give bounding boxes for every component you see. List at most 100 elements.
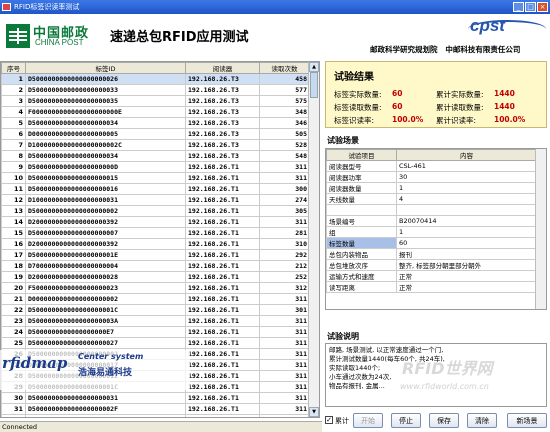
row-count: 311 [259, 315, 310, 327]
row-reader: 192.168.26.T1 [185, 337, 260, 349]
row-count: 311 [259, 359, 310, 371]
table-row[interactable]: 23 D500000000000000000003A 192.168.26.T1 31… [1, 315, 310, 327]
row-reader: 192.168.26.T3 [185, 139, 260, 151]
col-header-no[interactable]: 序号 [1, 62, 26, 74]
org-names: 邮政科学研究规划院 中邮科技有限责任公司 [370, 44, 520, 55]
scene-col-item[interactable]: 试验项目 [326, 149, 397, 161]
watermark-company: 浩海易通科技 [78, 368, 133, 378]
row-reader: 192.168.26.T1 [185, 359, 260, 371]
table-row[interactable]: 19 D2000000000000000000028 192.168.26.T1 25… [1, 271, 310, 283]
row-count: 311 [259, 348, 310, 360]
row-number: 25 [1, 337, 26, 349]
clear-button[interactable]: 清除 [467, 413, 497, 428]
table-row[interactable]: 13 D5000000000000000000002 192.168.26.T1 30… [1, 205, 310, 217]
app-icon [2, 3, 11, 11]
row-number: 6 [1, 128, 26, 140]
scene-row[interactable]: 组1 [326, 226, 537, 238]
scene-row[interactable]: 阅读器功率 30 [326, 171, 537, 183]
table-row[interactable]: 11 D5000000000000000000016 192.168.26.T1 30… [1, 183, 310, 195]
row-number: 22 [1, 304, 26, 316]
scene-row[interactable]: 阅读器数量 1 [326, 182, 537, 194]
scroll-thumb[interactable] [310, 72, 318, 98]
table-row[interactable]: 5 D5000000000000000000034 192.168.26.T3 346 [1, 117, 310, 129]
row-number: 14 [1, 216, 26, 228]
scene-row[interactable]: 总包堆放次序 整齐, 标签部分朝里部分朝外 [326, 259, 537, 271]
row-count: 311 [259, 392, 310, 404]
row-tag-id: D1000000000000000000031 [25, 194, 186, 206]
accumulate-checkbox[interactable]: ✓ [325, 416, 333, 424]
scene-item: 组 [326, 226, 397, 238]
maximize-button[interactable]: □ [525, 2, 536, 12]
table-row[interactable]: 9 D500000000000000000000D 192.168.26.T1 311 [1, 161, 310, 173]
table-row[interactable]: 7 D1000000000000000000002C 192.168.26.T3 52… [1, 139, 310, 151]
control-bar: ✓ 累计 开始 停止 保存 清除 新场景 [325, 410, 550, 431]
table-row[interactable]: 2 D5000000000000000000033 192.168.26.T3 577 [1, 84, 310, 96]
table-row[interactable]: 14 D2000000000000000000392 192.168.26.T1 31… [1, 216, 310, 228]
scene-row[interactable]: 场景编号 B20070414 [326, 215, 537, 227]
scene-item: 运输方式和速度 [326, 270, 397, 282]
new-scene-button[interactable]: 新场景 [507, 413, 547, 428]
row-count: 311 [259, 370, 310, 382]
row-count: 311 [259, 161, 310, 173]
minimize-button[interactable]: _ [513, 2, 524, 12]
row-reader: 192.168.26.T1 [185, 172, 260, 184]
watermark-rfidworld: RFID世界网 [402, 359, 493, 378]
row-number: 23 [1, 315, 26, 327]
table-row[interactable]: 10 D5000000000000000000015 192.168.26.T1 31… [1, 172, 310, 184]
scene-row[interactable] [326, 204, 537, 216]
row-count: 281 [259, 227, 310, 239]
col-header-count[interactable]: 读取次数 [259, 62, 310, 74]
scene-row[interactable]: 天线数量 4 [326, 193, 537, 205]
scene-value: 报刊 [396, 248, 537, 260]
close-button[interactable]: × [537, 2, 548, 12]
stop-button[interactable]: 停止 [391, 413, 421, 428]
scene-row[interactable]: 总包内装物品 报刊 [326, 248, 537, 260]
scene-col-content[interactable]: 内容 [396, 149, 537, 161]
table-row[interactable]: 32D5000000000000000000008192.168.26.T131… [1, 414, 310, 417]
table-row[interactable]: 31 D500000000000000000002F 192.168.26.T1 31… [1, 403, 310, 415]
table-row[interactable]: 4 F0000000000000000000000E 192.168.26.T3 34… [1, 106, 310, 118]
scene-row[interactable]: 标签数量 60 [326, 237, 537, 249]
table-row[interactable]: 24 D5000000000000000000E7 192.168.26.T1 311 [1, 326, 310, 338]
scene-table[interactable]: 试验项目 内容 阅读器型号 CSL-461 阅读器功率 30 阅读器数量 1 天线数量 4 场景… [325, 148, 547, 310]
row-number: 3 [1, 95, 26, 107]
org2: 中邮科技有限责任公司 [445, 45, 521, 54]
table-row[interactable]: 30 D5000000000000000000031 192.168.26.T1 31… [1, 392, 310, 404]
row-reader: 192.168.26.T1 [185, 260, 260, 272]
row-number: 12 [1, 194, 26, 206]
table-row[interactable]: 1 D5000000000000000000026 192.168.26.T3 458 [1, 73, 310, 85]
table-row[interactable]: 18 D7000000000000000000004 192.168.26.T1 21… [1, 260, 310, 272]
start-button[interactable]: 开始 [353, 413, 383, 428]
grid-scrollbar[interactable]: ▲ ▼ [308, 62, 319, 417]
grid-header-row: 序号 标签ID 阅读器 读取次数 [1, 62, 310, 74]
table-row[interactable]: 6 D0000000000000000000005 192.168.26.T3 505 [1, 128, 310, 140]
scene-row[interactable]: 阅读器型号 CSL-461 [326, 160, 537, 172]
scene-row[interactable]: 读写距离 正常 [326, 281, 537, 293]
row-number: 1 [1, 73, 26, 85]
scene-row[interactable]: 运输方式和速度 正常 [326, 270, 537, 282]
table-row[interactable]: 16 D2000000000000000000392 192.168.26.T1 31… [1, 238, 310, 250]
title-bar: RFID标签识读率测试 _ □ × [0, 0, 550, 14]
table-row[interactable]: 17 D500000000000000000001E 192.168.26.T1 29… [1, 249, 310, 261]
scene-item: 阅读器功率 [326, 171, 397, 183]
table-row[interactable]: 22 D500000000000000000001C 192.168.26.T1 30… [1, 304, 310, 316]
save-button[interactable]: 保存 [429, 413, 459, 428]
row-tag-id: D0000000000000000000002 [25, 293, 186, 305]
col-header-reader[interactable]: 阅读器 [185, 62, 260, 74]
table-row[interactable]: 21 D0000000000000000000002 192.168.26.T1 31… [1, 293, 310, 305]
table-row[interactable]: 12 D1000000000000000000031 192.168.26.T1 27… [1, 194, 310, 206]
row-number: 30 [1, 392, 26, 404]
scene-scrollbar[interactable] [535, 149, 546, 309]
table-row[interactable]: 25 D5000000000000000000027 192.168.26.T1 31… [1, 337, 310, 349]
table-row[interactable]: 8 D5000000000000000000034 192.168.26.T3 548 [1, 150, 310, 162]
notes-line: 邮路, 场景测试, 以正常速度通过一个门, [329, 346, 444, 354]
row-reader: 192.168.26.T1 [185, 216, 260, 228]
table-row[interactable]: 3 D5000000000000000000035 192.168.26.T3 575 [1, 95, 310, 107]
row-tag-id: D0000000000000000000005 [25, 128, 186, 140]
table-row[interactable]: 20 F5000000000000000000023 192.168.26.T1 31… [1, 282, 310, 294]
scroll-up-icon[interactable]: ▲ [309, 62, 319, 72]
scroll-down-icon[interactable]: ▼ [309, 407, 319, 417]
table-row[interactable]: 15 D5000000000000000000007 192.168.26.T1 28… [1, 227, 310, 239]
col-header-tag-id[interactable]: 标签ID [25, 62, 186, 74]
scene-item: 读写距离 [326, 281, 397, 293]
